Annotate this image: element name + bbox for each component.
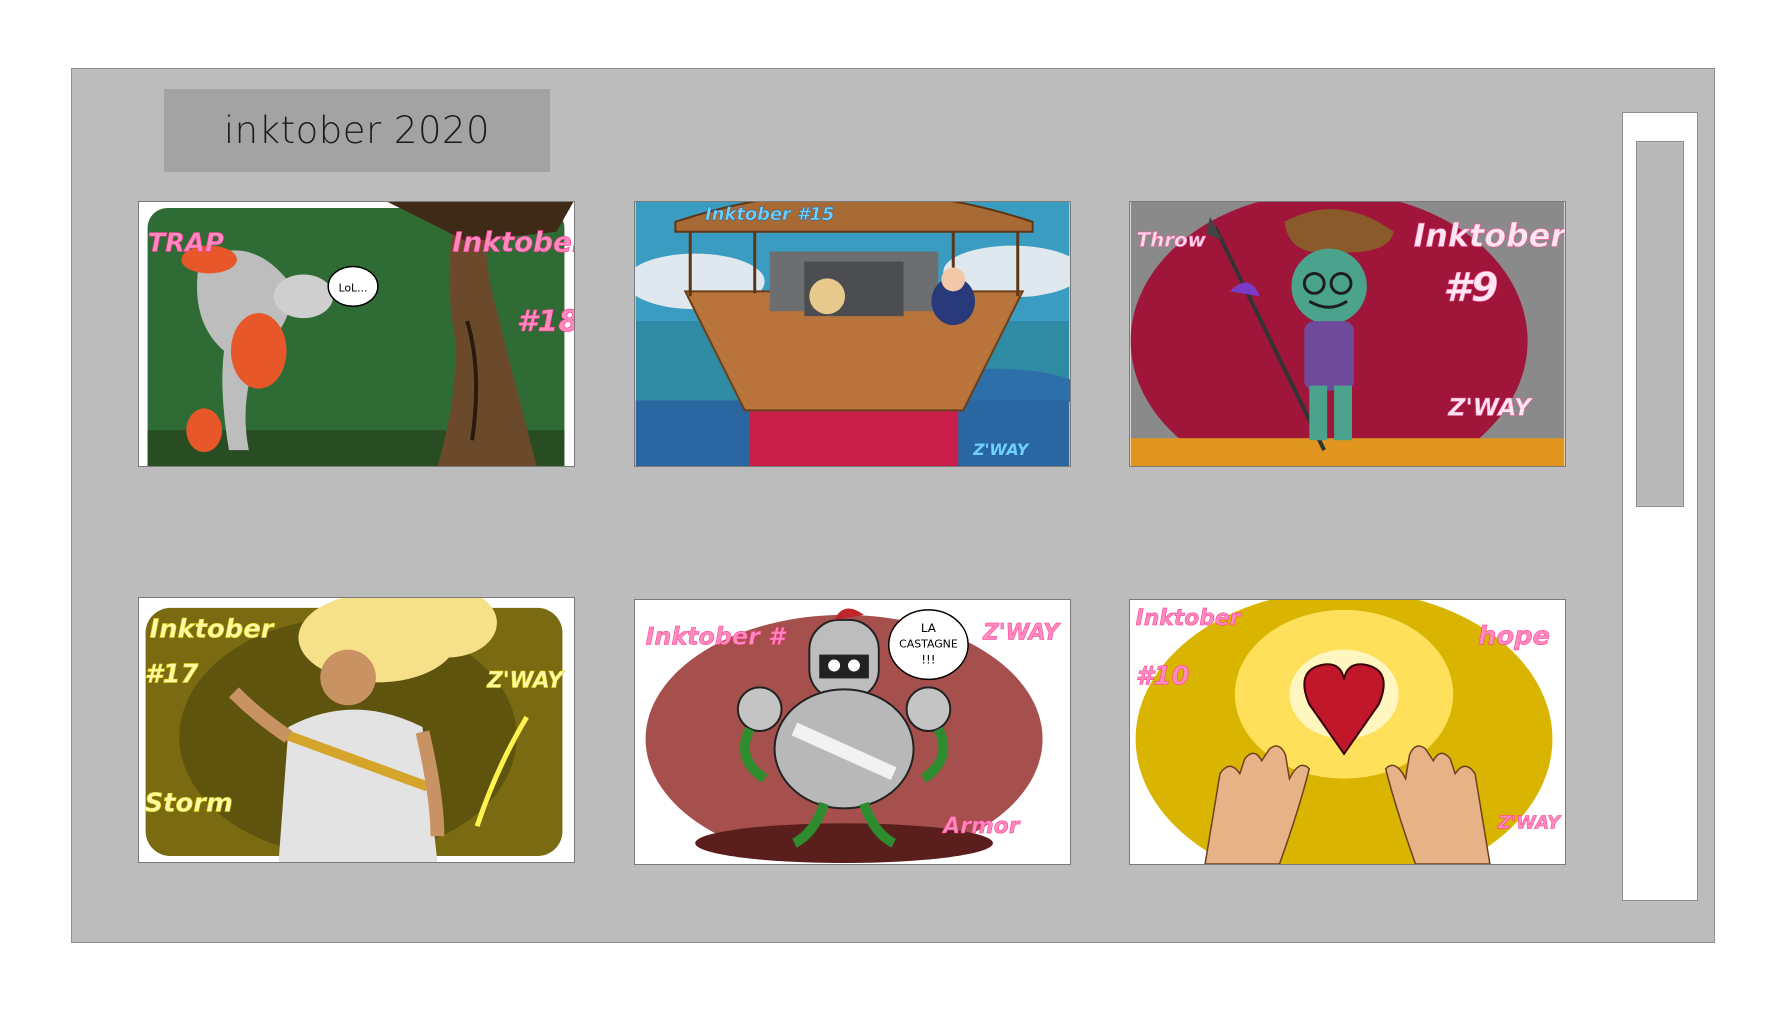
thumbnail-word: TRAP [148, 229, 224, 259]
gallery-thumbnail-hope[interactable]: Inktober #10 hope Z'WAY [1129, 599, 1566, 865]
gallery-thumbnail-lighthouse[interactable]: Inktober #15 Z'WAY [634, 201, 1071, 467]
thumbnail-label: Inktober # [646, 623, 788, 651]
thumbnail-word: Storm [145, 788, 233, 818]
thumbnail-label: Inktober [452, 226, 574, 259]
gallery-scrollbar-thumb[interactable] [1636, 141, 1684, 507]
thumbnail-label: Inktober [150, 615, 276, 645]
artwork-heart: Inktober #10 hope Z'WAY [1130, 600, 1565, 864]
thumbnail-signature: Z'WAY [972, 440, 1030, 459]
thumbnail-label: Inktober [1414, 219, 1566, 255]
artwork-rabbit: LoL... TRAP Inktober #18 [139, 202, 574, 466]
thumbnail-word: hope [1478, 622, 1550, 652]
thumbnail-signature: Z'WAY [1447, 393, 1534, 421]
gallery-panel: inktober 2020 LoL... TRAP Inktober #18 I… [71, 68, 1715, 943]
thumbnail-number: #17 [145, 659, 199, 689]
thumbnail-number: #18 [517, 304, 574, 339]
artwork-knight: LA CASTAGNE !!! Inktober # Z'WAY Armor [635, 600, 1070, 864]
thumbnail-label: Inktober [1136, 606, 1242, 631]
thumbnail-signature: Z'WAY [1497, 812, 1562, 833]
knight-bubble-line-2: CASTAGNE [899, 638, 958, 651]
gallery-title: inktober 2020 [164, 89, 550, 172]
thumbnail-number: #10 [1136, 661, 1190, 691]
gallery-scrollbar-track[interactable] [1622, 112, 1698, 901]
knight-bubble-line-3: !!! [921, 653, 935, 667]
knight-bubble-line-1: LA [921, 621, 937, 635]
gallery-thumbnail-storm[interactable]: Inktober #17 Storm Z'WAY [138, 597, 575, 863]
thumbnail-signature: Z'WAY [982, 621, 1061, 646]
thumbnail-word: Throw [1137, 229, 1207, 252]
gallery-thumbnail-armor[interactable]: LA CASTAGNE !!! Inktober # Z'WAY Armor [634, 599, 1071, 865]
thumbnail-word: Armor [941, 814, 1020, 839]
artwork-storm: Inktober #17 Storm Z'WAY [139, 598, 574, 862]
gallery-thumbnail-throw[interactable]: Throw Inktober #9 Z'WAY [1129, 201, 1566, 467]
artwork-musketeer: Throw Inktober #9 Z'WAY [1130, 202, 1565, 466]
gallery-thumbnail-trap[interactable]: LoL... TRAP Inktober #18 [138, 201, 575, 467]
thumbnail-label: Inktober #15 [705, 204, 834, 225]
artwork-lighthouse: Inktober #15 Z'WAY [635, 202, 1070, 466]
rabbit-speech-bubble: LoL... [339, 281, 368, 294]
thumbnail-number: #9 [1443, 265, 1498, 311]
thumbnail-signature: Z'WAY [486, 668, 565, 693]
